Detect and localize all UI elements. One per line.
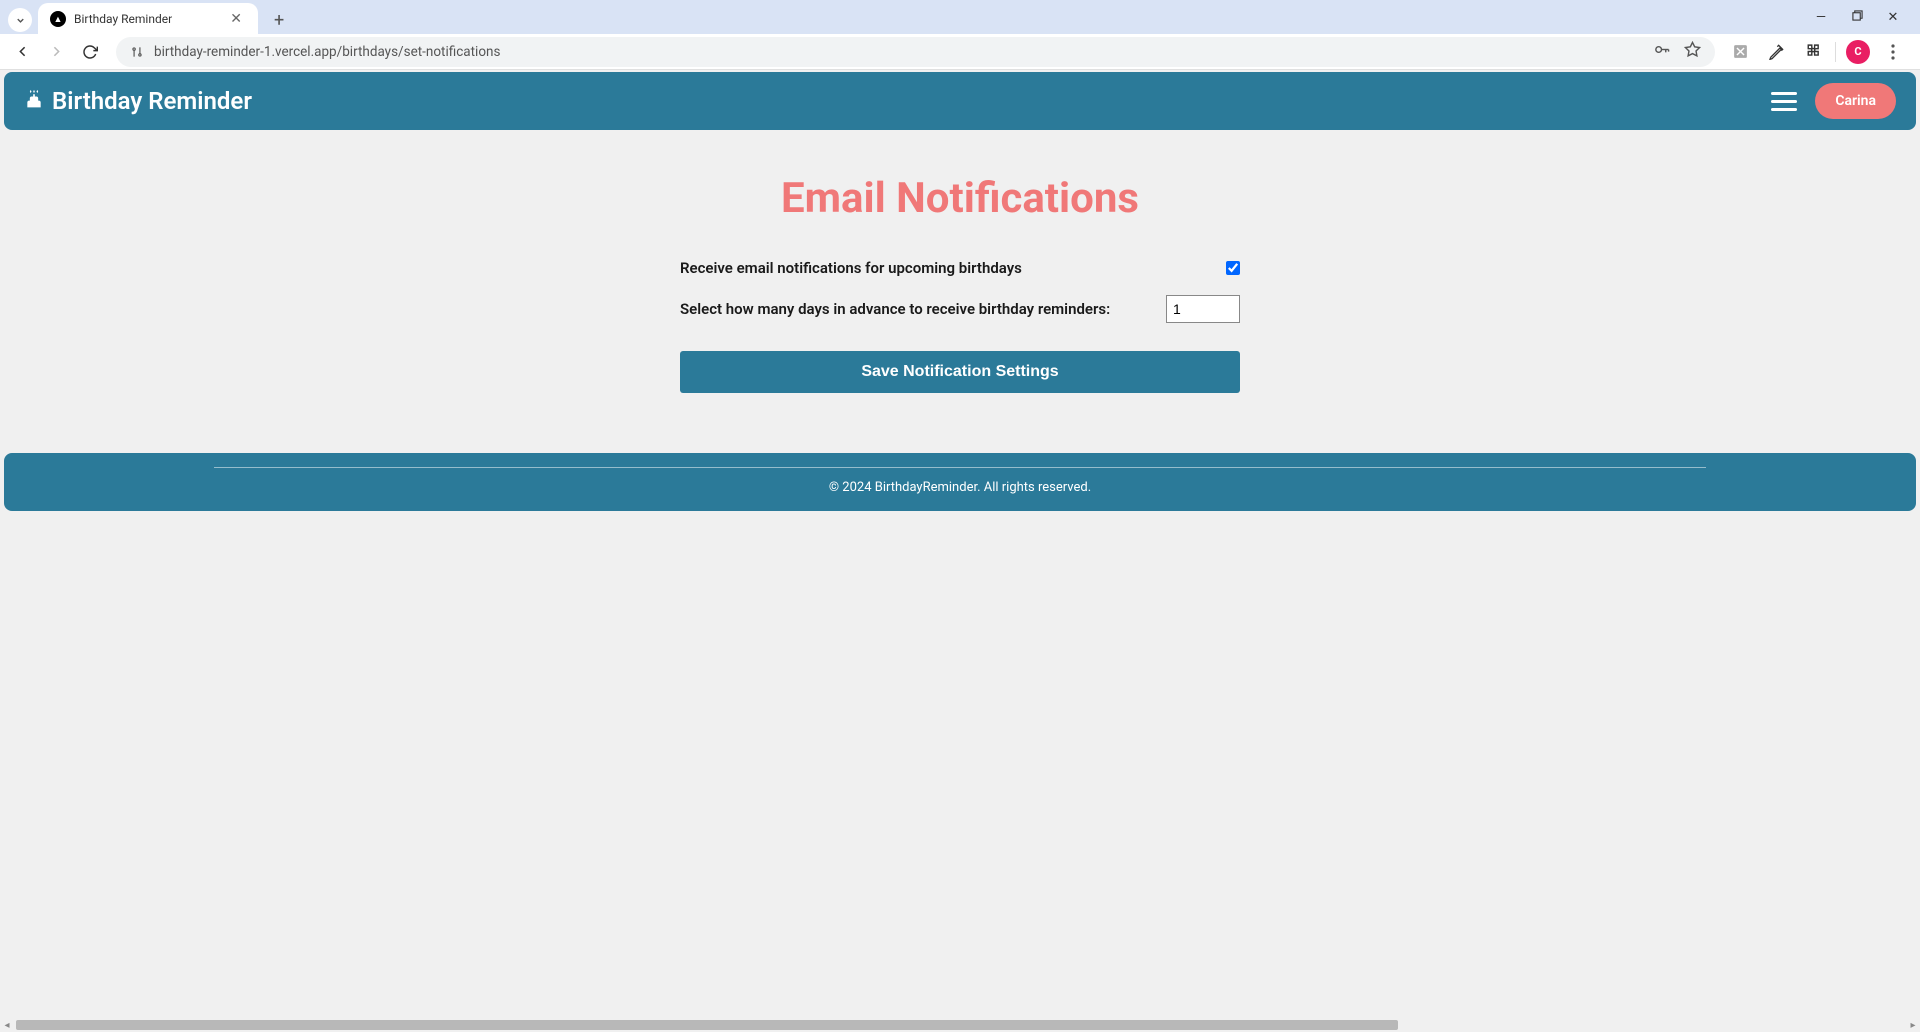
tab-favicon-icon: ▲ xyxy=(50,11,66,27)
page-title: Email Notifications xyxy=(0,174,1920,223)
app-header: Birthday Reminder Carina xyxy=(4,72,1916,130)
app-footer: © 2024 BirthdayReminder. All rights rese… xyxy=(4,453,1916,511)
tab-title: Birthday Reminder xyxy=(74,12,218,26)
horizontal-scrollbar[interactable]: ◂ ▸ xyxy=(0,1018,1920,1032)
footer-copyright: © 2024 BirthdayReminder. All rights rese… xyxy=(4,480,1916,495)
user-pill[interactable]: Carina xyxy=(1815,83,1896,119)
days-advance-input[interactable] xyxy=(1166,295,1240,323)
maximize-icon[interactable] xyxy=(1848,10,1866,25)
tab-search-icon[interactable] xyxy=(8,8,32,32)
receive-emails-label: Receive email notifications for upcoming… xyxy=(680,259,1022,277)
footer-divider xyxy=(214,467,1705,468)
url-text: birthday-reminder-1.vercel.app/birthdays… xyxy=(154,44,500,60)
password-key-icon[interactable] xyxy=(1653,41,1670,62)
reload-icon[interactable] xyxy=(76,38,104,66)
scroll-thumb[interactable] xyxy=(16,1020,1398,1030)
bookmark-star-icon[interactable] xyxy=(1684,41,1701,62)
close-tab-icon[interactable]: ✕ xyxy=(226,11,246,27)
header-right: Carina xyxy=(1771,83,1896,119)
close-window-icon[interactable]: ✕ xyxy=(1884,10,1902,25)
extension-icon-1[interactable] xyxy=(1727,39,1753,65)
window-controls: — ✕ xyxy=(1812,0,1920,34)
hamburger-menu-icon[interactable] xyxy=(1771,92,1797,111)
browser-chrome: ▲ Birthday Reminder ✕ + — ✕ birthday-rem… xyxy=(0,0,1920,68)
toolbar-divider xyxy=(1835,42,1836,62)
back-icon[interactable] xyxy=(8,38,36,66)
address-bar-row: birthday-reminder-1.vercel.app/birthdays… xyxy=(0,34,1920,70)
scroll-right-icon[interactable]: ▸ xyxy=(1906,1020,1920,1031)
browser-menu-icon[interactable] xyxy=(1880,39,1906,65)
extension-icon-2[interactable] xyxy=(1763,39,1789,65)
receive-emails-row: Receive email notifications for upcoming… xyxy=(680,259,1240,277)
receive-emails-checkbox[interactable] xyxy=(1226,261,1240,275)
days-advance-label: Select how many days in advance to recei… xyxy=(680,300,1110,318)
new-tab-button[interactable]: + xyxy=(264,10,294,31)
days-advance-row: Select how many days in advance to recei… xyxy=(680,295,1240,323)
cake-icon xyxy=(24,87,44,115)
tab-bar: ▲ Birthday Reminder ✕ + — ✕ xyxy=(0,0,1920,34)
main-content: Email Notifications Receive email notifi… xyxy=(0,134,1920,423)
forward-icon[interactable] xyxy=(42,38,70,66)
scroll-left-icon[interactable]: ◂ xyxy=(0,1020,14,1031)
save-button[interactable]: Save Notification Settings xyxy=(680,351,1240,393)
browser-tab[interactable]: ▲ Birthday Reminder ✕ xyxy=(38,3,258,35)
address-bar[interactable]: birthday-reminder-1.vercel.app/birthdays… xyxy=(116,37,1715,67)
profile-avatar[interactable]: C xyxy=(1846,40,1870,64)
app-logo[interactable]: Birthday Reminder xyxy=(24,87,252,115)
page-viewport: Birthday Reminder Carina Email Notificat… xyxy=(0,72,1920,511)
app-name: Birthday Reminder xyxy=(52,87,252,115)
notification-form: Receive email notifications for upcoming… xyxy=(680,259,1240,393)
extensions-puzzle-icon[interactable] xyxy=(1799,39,1825,65)
minimize-icon[interactable]: — xyxy=(1812,10,1830,25)
toolbar-icons: C xyxy=(1727,39,1912,65)
site-info-icon[interactable] xyxy=(130,45,144,59)
